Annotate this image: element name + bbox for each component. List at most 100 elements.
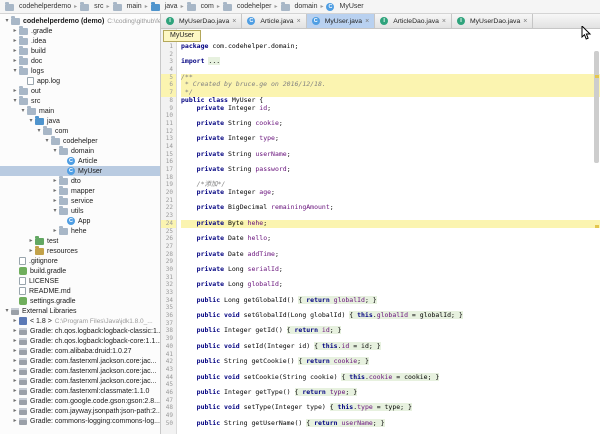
tree-row[interactable]: ▾ java [0, 116, 160, 126]
gutter-line-number[interactable]: 48 [161, 404, 176, 412]
code-line[interactable] [181, 66, 600, 74]
gutter-line-number[interactable]: 38 [161, 327, 176, 335]
gutter-line-number[interactable]: 39 [161, 335, 176, 343]
tree-row[interactable]: ▸ doc [0, 56, 160, 66]
breadcrumb-item[interactable]: src [79, 1, 104, 11]
gutter-line-number[interactable]: 17 [161, 166, 176, 174]
tree-row[interactable]: ▸ Gradle: com.jayway.jsonpath:json-path:2… [0, 406, 160, 416]
gutter-line-number[interactable]: 16 [161, 158, 176, 166]
tree-row[interactable]: README.md [0, 286, 160, 296]
code-line[interactable]: public void setId(Integer id) { this.id … [181, 341, 600, 351]
close-icon[interactable]: × [442, 18, 446, 25]
code-line[interactable]: package com.codehelper.domain; [181, 42, 600, 51]
gutter-line-number[interactable]: 37 [161, 320, 176, 328]
code-line[interactable]: private Date hello; [181, 234, 600, 243]
breadcrumb-item[interactable]: codehelperdemo [4, 1, 72, 11]
code-line[interactable]: public String getCookie() { return cooki… [181, 357, 600, 366]
gutter-line-number[interactable]: 15 [161, 151, 176, 159]
chevron-down-icon[interactable]: ▾ [19, 106, 27, 116]
editor-tab[interactable]: I MyUserDao.java × [452, 14, 534, 28]
gutter-line-number[interactable]: 25 [161, 228, 176, 236]
editor-tab[interactable]: I MyUserDao.java × [161, 14, 243, 28]
gutter-line-number[interactable]: 44 [161, 374, 176, 382]
gutter-line-number[interactable]: 28 [161, 251, 176, 259]
code-line[interactable]: private String userName; [181, 150, 600, 159]
code-line[interactable]: public Integer getType() { return type; … [181, 387, 600, 397]
tree-row[interactable]: ▸ mapper [0, 186, 160, 196]
tree-row[interactable]: ▸ Gradle: com.fasterxml.jackson.core:jac.… [0, 366, 160, 376]
project-tree-panel[interactable]: ▾ codehelperdemo (demo) C:\coding\github\f… [0, 14, 161, 434]
breadcrumb-item[interactable]: java [150, 1, 179, 11]
code-line[interactable]: private Long serialId; [181, 265, 600, 274]
gutter-line-number[interactable]: 19 [161, 181, 176, 189]
gutter-line-number[interactable]: 14 [161, 143, 176, 151]
chevron-down-icon[interactable]: ▾ [3, 16, 11, 26]
code-line[interactable] [181, 51, 600, 59]
tree-row[interactable]: ▸ Gradle: com.fasterxml.jackson.core:jac.… [0, 376, 160, 386]
gutter-line-number[interactable]: 36 [161, 312, 176, 320]
gutter-line-number[interactable]: 26 [161, 235, 176, 243]
chevron-right-icon[interactable]: ▸ [11, 356, 19, 366]
chevron-right-icon[interactable]: ▸ [11, 26, 19, 36]
close-icon[interactable]: × [297, 18, 301, 25]
gutter-line-number[interactable]: 40 [161, 343, 176, 351]
gutter-line-number[interactable]: 24 [161, 219, 176, 228]
gutter-line-number[interactable]: 43 [161, 366, 176, 374]
code-line[interactable]: import ... [181, 57, 600, 66]
gutter-line-number[interactable]: 30 [161, 266, 176, 274]
chevron-down-icon[interactable]: ▾ [51, 146, 59, 156]
gutter-line-number[interactable]: 3 [161, 58, 176, 66]
tree-row[interactable]: ▾ logs [0, 66, 160, 76]
chevron-down-icon[interactable]: ▾ [43, 136, 51, 146]
error-stripe-mark[interactable] [595, 225, 599, 228]
code-line[interactable]: public Integer getId() { return id; } [181, 326, 600, 335]
tree-row[interactable]: ▸ hehe [0, 226, 160, 236]
gutter-line-number[interactable]: 31 [161, 274, 176, 282]
code-line[interactable]: public void setType(Integer type) { this… [181, 403, 600, 412]
chevron-right-icon[interactable]: ▸ [51, 226, 59, 236]
gutter-line-number[interactable]: 27 [161, 243, 176, 251]
tree-row[interactable]: ▾ src [0, 96, 160, 106]
chevron-right-icon[interactable]: ▸ [11, 416, 19, 426]
gutter-line-number[interactable]: 49 [161, 412, 176, 420]
close-icon[interactable]: × [365, 18, 369, 25]
tree-row[interactable]: ▾ External Libraries [0, 306, 160, 316]
chevron-right-icon[interactable]: ▸ [51, 176, 59, 186]
gutter-line-number[interactable]: 23 [161, 212, 176, 220]
editor-tab[interactable]: I ArticleDao.java × [375, 14, 452, 28]
tree-row[interactable]: ▸ service [0, 196, 160, 206]
chevron-right-icon[interactable]: ▸ [11, 376, 19, 386]
code-line[interactable]: private Long globalId; [181, 280, 600, 289]
chevron-right-icon[interactable]: ▸ [11, 86, 19, 96]
tree-row[interactable]: ▾ domain [0, 146, 160, 156]
gutter-line-number[interactable]: 8 [161, 97, 176, 105]
editor-tab[interactable]: C MyUser.java × [306, 14, 376, 28]
gutter-line-number[interactable]: 9 [161, 105, 176, 113]
chevron-down-icon[interactable]: ▾ [51, 206, 59, 216]
gutter-line-number[interactable]: 20 [161, 189, 176, 197]
code-line[interactable]: public void setGlobalId(Long globalId) {… [181, 311, 600, 320]
editor[interactable]: 1 2 3 4 5 6 7 8 9 10 11 12 13 14 15 16 17 18 19 20 21 22 23 24 2… [161, 29, 600, 434]
chevron-right-icon[interactable]: ▸ [11, 336, 19, 346]
chevron-down-icon[interactable]: ▾ [3, 306, 11, 316]
chevron-right-icon[interactable]: ▸ [11, 386, 19, 396]
code-line[interactable]: private Date addTime; [181, 250, 600, 259]
gutter-line-number[interactable]: 1 [161, 43, 176, 51]
gutter-line-number[interactable]: 21 [161, 197, 176, 205]
editor-gutter[interactable]: 1 2 3 4 5 6 7 8 9 10 11 12 13 14 15 16 17 18 19 20 21 22 23 24 2… [161, 29, 177, 434]
breadcrumb-item[interactable]: com [186, 1, 215, 11]
editor-tab[interactable]: C Article.java × [242, 14, 307, 28]
gutter-line-number[interactable]: 33 [161, 289, 176, 297]
gutter-line-number[interactable]: 13 [161, 135, 176, 143]
code-line[interactable]: private BigDecimal remainingAmount; [181, 204, 600, 212]
tree-row[interactable]: ▸ Gradle: ch.qos.logback:logback-core:1.1… [0, 336, 160, 346]
gutter-line-number[interactable]: 35 [161, 304, 176, 312]
chevron-down-icon[interactable]: ▾ [27, 116, 35, 126]
gutter-line-number[interactable]: 18 [161, 174, 176, 182]
gutter-line-number[interactable]: 34 [161, 297, 176, 305]
tree-row[interactable]: ▸ Gradle: com.fasterxml.jackson.core:jac.… [0, 356, 160, 366]
chevron-down-icon[interactable]: ▾ [11, 66, 19, 76]
tree-row[interactable]: ▾ utils [0, 206, 160, 216]
tree-row[interactable]: settings.gradle [0, 296, 160, 306]
gutter-line-number[interactable]: 32 [161, 281, 176, 289]
